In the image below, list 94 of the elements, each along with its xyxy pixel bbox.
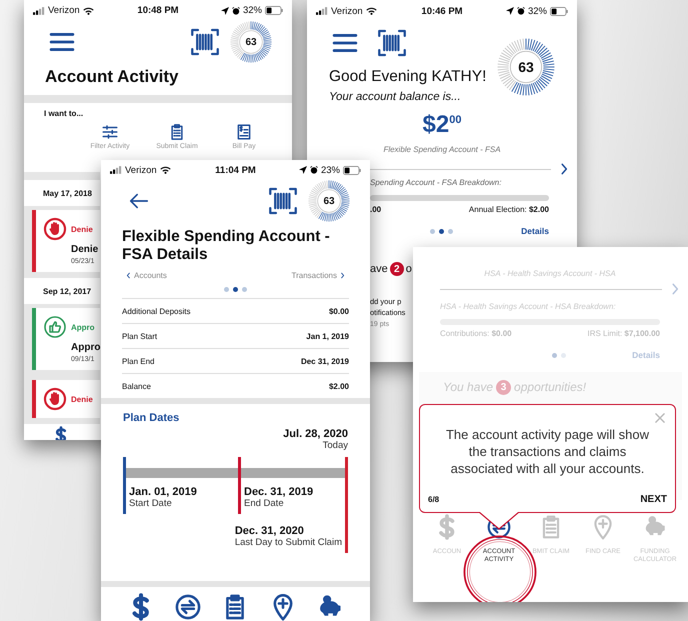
page-dot[interactable]: [242, 287, 247, 292]
opportunity-text: o: [406, 263, 412, 275]
timeline-marker: [238, 457, 241, 514]
date-header: May 17, 2018: [24, 180, 100, 206]
battery-percent: 23%: [320, 164, 340, 176]
section-title: Plan Dates: [123, 412, 180, 424]
location-arrow-icon: [506, 7, 514, 15]
page-dot[interactable]: [552, 352, 557, 358]
score-ring-icon: [308, 180, 350, 222]
page-dot[interactable]: [430, 228, 435, 234]
thumbs-up-icon: [43, 315, 67, 339]
milestone-date: Dec. 31, 2020: [234, 525, 305, 537]
claim-status: Denie: [71, 224, 94, 234]
count-badge: 3: [496, 380, 512, 395]
wifi-icon: [82, 6, 94, 14]
clock-time: 11:04 PM: [215, 164, 256, 176]
balance-amount: $2$^{00}$: [422, 111, 462, 139]
score-ring-icon: [497, 38, 555, 96]
signal-icon: [110, 166, 122, 174]
score-value: 63: [323, 196, 335, 207]
wifi-icon: [366, 7, 377, 15]
greeting: Good Evening KATHY!: [329, 68, 488, 86]
battery-percent: 32%: [242, 5, 262, 16]
row-value: $0.00: [328, 306, 349, 316]
next-link[interactable]: Transactions: [292, 271, 337, 280]
page-dot[interactable]: [448, 228, 453, 234]
breakdown-title: Spending Account - FSA Breakdown:: [370, 178, 502, 187]
stop-hand-icon: [43, 387, 67, 411]
annual-election: Annual Election: $2.00: [468, 205, 549, 214]
battery-icon: [550, 6, 568, 16]
claim-status: Denie: [71, 394, 94, 404]
score-value: 63: [518, 59, 534, 75]
location-arrow-icon: [220, 6, 229, 14]
page-dot[interactable]: [233, 287, 238, 292]
row-label: Plan End: [122, 356, 154, 366]
milestone-date: Dec. 31, 2019: [244, 486, 314, 498]
milestone-label: End Date: [244, 498, 285, 509]
milestone-label: Start Date: [129, 498, 173, 509]
score-ring-icon: [230, 21, 272, 63]
row-label: Plan Start: [122, 332, 158, 340]
carrier-name: Verizon: [331, 6, 363, 16]
row-value: Dec 31, 2019: [300, 356, 349, 366]
battery-icon: [343, 166, 361, 175]
page-title: Account Activity: [44, 66, 180, 88]
row-value: Jan 1, 2019: [306, 332, 349, 340]
opportunity-text: ave: [370, 263, 388, 275]
section-label: I want to...: [44, 109, 84, 118]
previous-link[interactable]: Accounts: [134, 271, 167, 280]
sliders-icon: [101, 123, 119, 141]
milestone-date: Jan. 01, 2019: [129, 486, 197, 498]
page-title: Flexible Spending Account - FSA Details: [121, 227, 331, 263]
milestone-label: Last Day to Submit Claim: [234, 537, 342, 548]
clock-time: 10:46 PM: [421, 6, 463, 16]
step-counter: 6/8: [428, 495, 440, 504]
count-badge: 2: [390, 262, 404, 276]
wifi-icon: [160, 166, 171, 174]
contribution-amount: .00: [370, 205, 382, 214]
claim-title: Appro: [71, 342, 100, 353]
page-dot[interactable]: [439, 228, 444, 234]
alarm-icon: [232, 6, 240, 14]
battery-icon: [265, 6, 283, 15]
carrier-name: Verizon: [48, 5, 80, 16]
row-label: Balance: [122, 382, 151, 390]
carrier-name: Verizon: [125, 164, 157, 176]
chevron-left-icon[interactable]: [125, 271, 132, 280]
score-value: 63: [245, 36, 257, 48]
page-dot[interactable]: [224, 287, 229, 292]
claim-title: Denie: [71, 244, 100, 255]
date-header: Sep 12, 2017: [24, 278, 100, 304]
today-label: Today: [322, 440, 348, 451]
row-label: Additional Deposits: [122, 306, 190, 316]
alarm-icon: [516, 7, 525, 15]
page-dot[interactable]: [561, 352, 566, 358]
timeline-marker: [123, 457, 126, 514]
clock-time: 10:48 PM: [137, 5, 179, 16]
bill-icon: [235, 123, 253, 141]
details-link[interactable]: Details: [521, 226, 549, 236]
chevron-right-icon[interactable]: [339, 271, 346, 280]
next-button[interactable]: NEXT: [640, 494, 667, 505]
tooltip-text: The account activity page will show the transactions and claims associated with all your accounts.: [444, 427, 650, 478]
stop-hand-icon: [43, 217, 67, 241]
balance-intro: Your account balance is...: [329, 91, 462, 103]
contribution-amount: Contributions: $0.00: [440, 329, 512, 338]
claim-card[interactable]: Denie: [32, 380, 100, 418]
location-arrow-icon: [298, 166, 307, 174]
alarm-icon: [310, 166, 318, 174]
signal-icon: [33, 6, 45, 14]
signal-icon: [316, 7, 328, 15]
claim-status: Appro: [71, 322, 96, 332]
today-date: Jul. 28, 2020: [283, 428, 348, 440]
account-name: Flexible Spending Account - FSA: [382, 145, 502, 154]
battery-percent: 32%: [528, 6, 547, 16]
contribution-limit: IRS Limit: $7,100.00: [588, 329, 660, 338]
row-value: $2.00: [328, 382, 349, 390]
